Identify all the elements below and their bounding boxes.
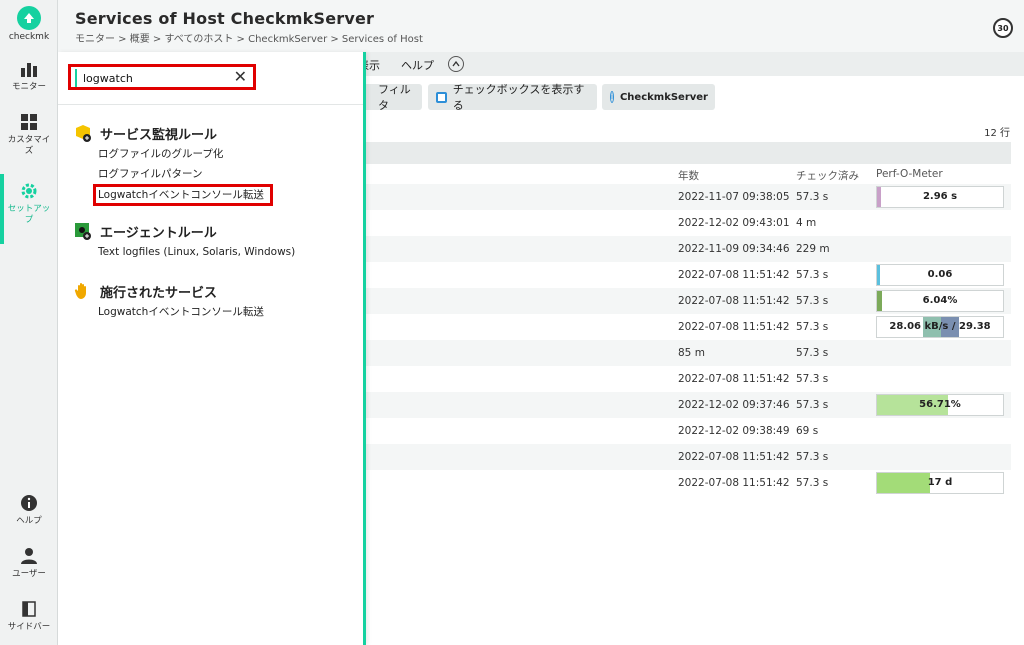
cell-checked: 229 m xyxy=(796,243,830,255)
cell-age: 2022-12-02 09:38:49 xyxy=(678,425,790,437)
page-header: Services of Host CheckmkServer モニター > 概要… xyxy=(58,0,1024,52)
cell-checked: 4 m xyxy=(796,217,817,229)
show-checkboxes-button[interactable]: チェックボックスを表示する xyxy=(428,83,597,112)
highlight-box: Logwatchイベントコンソール転送 xyxy=(93,184,273,206)
agent-rules-icon xyxy=(74,222,92,240)
search-result-item-highlighted[interactable]: Logwatchイベントコンソール転送 xyxy=(93,184,273,206)
perf-value: 17 d xyxy=(927,477,953,488)
column-header-perf[interactable]: Perf-O-Meter xyxy=(876,168,943,180)
cell-age: 2022-07-08 11:51:42 xyxy=(678,321,790,333)
perf-o-meter[interactable]: 2.96 s xyxy=(876,186,1004,208)
cell-age: 2022-12-02 09:43:01 xyxy=(678,217,790,229)
sidebar-label: ヘルプ xyxy=(16,516,42,526)
column-header-checked[interactable]: チェック済み xyxy=(796,168,859,183)
sidebar-label: ユーザー xyxy=(12,569,46,579)
perf-value: 56.71% xyxy=(919,399,961,410)
close-icon[interactable]: ✕ xyxy=(234,68,247,86)
hand-icon xyxy=(74,282,92,300)
search-result-item[interactable]: Logwatchイベントコンソール転送 xyxy=(98,302,264,322)
section-title: 施行されたサービス xyxy=(100,285,218,301)
cell-checked: 57.3 s xyxy=(796,399,829,411)
cell-age: 2022-07-08 11:51:42 xyxy=(678,451,790,463)
cell-checked: 57.3 s xyxy=(796,191,829,203)
cell-age: 2022-11-07 09:38:05 xyxy=(678,191,790,203)
service-rules-icon xyxy=(74,124,92,142)
cell-checked: 57.3 s xyxy=(796,295,829,307)
section-header: エージェントルール xyxy=(74,220,295,242)
perf-value: 0.06 xyxy=(927,269,953,280)
grid-icon xyxy=(0,111,58,133)
checkmk-logo-icon xyxy=(17,6,41,30)
host-label: CheckmkServer xyxy=(619,91,708,103)
sidebar-item-customize[interactable]: カスタマイズ xyxy=(0,111,58,157)
menu-item-help[interactable]: ヘルプ xyxy=(401,57,434,73)
cell-checked: 69 s xyxy=(796,425,819,437)
cell-checked: 57.3 s xyxy=(796,451,829,463)
checkmk-logo[interactable]: checkmk xyxy=(0,6,58,42)
chevron-up-icon[interactable] xyxy=(448,56,464,72)
search-result-item[interactable]: Text logfiles (Linux, Solaris, Windows) xyxy=(98,242,295,262)
row-count: 12 行 xyxy=(984,128,1010,139)
cell-age: 2022-07-08 11:51:42 xyxy=(678,373,790,385)
perf-o-meter[interactable]: 0.06 xyxy=(876,264,1004,286)
sidebar-label: カスタマイズ xyxy=(7,135,51,156)
sidebar-item-user[interactable]: ユーザー xyxy=(0,545,58,580)
cell-age: 2022-12-02 09:37:46 xyxy=(678,399,790,411)
perf-value: 28.06 kB/s / 29.38 kB/s xyxy=(889,321,991,332)
section-service-rules: サービス監視ルール ログファイルのグループ化 ログファイルパターン Logwat… xyxy=(74,122,273,206)
search-input[interactable] xyxy=(75,69,225,87)
refresh-timer-badge[interactable]: 30 xyxy=(993,18,1013,38)
perf-o-meter[interactable]: 56.71% xyxy=(876,394,1004,416)
host-icon: i xyxy=(610,91,614,103)
cell-checked: 57.3 s xyxy=(796,373,829,385)
search-box: ✕ xyxy=(68,64,256,90)
checkbox-icon xyxy=(436,91,447,103)
search-result-item[interactable]: ログファイルパターン xyxy=(98,164,273,184)
perf-value: 6.04% xyxy=(922,295,958,306)
host-button[interactable]: i CheckmkServer xyxy=(602,84,715,110)
cell-checked: 57.3 s xyxy=(796,269,829,281)
filter-label: フィルタ xyxy=(378,83,411,112)
section-title: エージェントルール xyxy=(100,225,217,241)
page-title: Services of Host CheckmkServer xyxy=(75,9,375,28)
left-sidebar: checkmk モニター カスタマイズ セットアップ ヘルプ ユーザー サイドバ… xyxy=(0,0,58,645)
sidebar-label: モニター xyxy=(11,82,46,92)
section-title: サービス監視ルール xyxy=(100,127,218,143)
cell-checked: 57.3 s xyxy=(796,477,829,489)
perf-o-meter[interactable]: 28.06 kB/s / 29.38 kB/s xyxy=(876,316,1004,338)
sidebar-item-setup[interactable]: セットアップ xyxy=(0,180,58,226)
section-enforced-services: 施行されたサービス Logwatchイベントコンソール転送 xyxy=(74,280,264,322)
sidebar-label: サイドバー xyxy=(7,622,51,632)
show-checkboxes-label: チェックボックスを表示する xyxy=(452,83,585,112)
cell-age: 2022-07-08 11:51:42 xyxy=(678,477,790,489)
sidebar-icon xyxy=(0,598,58,620)
sidebar-item-help[interactable]: ヘルプ xyxy=(0,492,58,527)
gear-icon xyxy=(0,180,58,202)
logo-text: checkmk xyxy=(8,32,50,42)
sidebar-label: セットアップ xyxy=(7,204,51,225)
perf-o-meter[interactable]: 6.04% xyxy=(876,290,1004,312)
user-icon xyxy=(0,545,58,567)
section-header: 施行されたサービス xyxy=(74,280,264,302)
info-icon xyxy=(0,492,58,514)
cell-age: 85 m xyxy=(678,347,705,359)
column-header-age[interactable]: 年数 xyxy=(678,168,699,183)
sidebar-item-sidebar[interactable]: サイドバー xyxy=(0,598,58,633)
breadcrumb[interactable]: モニター > 概要 > すべてのホスト > CheckmkServer > Se… xyxy=(75,30,423,45)
cell-age: 2022-07-08 11:51:42 xyxy=(678,295,790,307)
divider xyxy=(58,104,363,105)
section-header: サービス監視ルール xyxy=(74,122,273,144)
perf-o-meter[interactable]: 17 d xyxy=(876,472,1004,494)
bar-chart-icon xyxy=(0,58,58,80)
sidebar-item-monitor[interactable]: モニター xyxy=(0,58,58,93)
cell-checked: 57.3 s xyxy=(796,347,829,359)
section-agent-rules: エージェントルール Text logfiles (Linux, Solaris,… xyxy=(74,220,295,262)
cell-age: 2022-11-09 09:34:46 xyxy=(678,243,790,255)
setup-search-popup: ✕ サービス監視ルール ログファイルのグループ化 ログファイルパターン Logw… xyxy=(58,52,366,645)
cell-checked: 57.3 s xyxy=(796,321,829,333)
perf-value: 2.96 s xyxy=(922,191,958,202)
cell-age: 2022-07-08 11:51:42 xyxy=(678,269,790,281)
search-result-item[interactable]: ログファイルのグループ化 xyxy=(98,144,273,164)
